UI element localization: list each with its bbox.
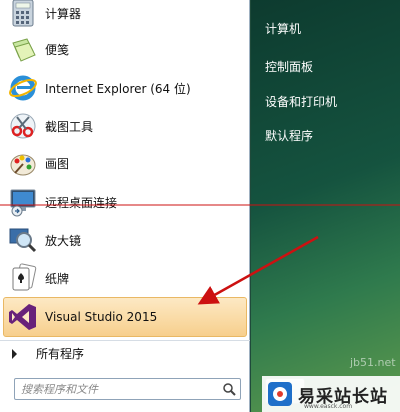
place-label: 控制面板 — [265, 59, 314, 74]
watermark-sub: www.easck.com — [304, 403, 353, 410]
watermark-logo-icon — [268, 382, 292, 406]
program-item-internet-explorer[interactable]: Internet Explorer (64 位) — [3, 70, 247, 106]
program-item-calculator[interactable]: 计算器 — [3, 0, 247, 31]
program-label: Visual Studio 2015 — [45, 310, 158, 324]
program-item-magnifier[interactable]: 放大镜 — [3, 222, 247, 258]
sticky-notes-icon — [7, 33, 39, 65]
search-icon — [222, 382, 236, 399]
arrow-right-icon — [12, 348, 17, 359]
program-label: 便笺 — [45, 42, 70, 57]
place-label: 计算机 — [265, 21, 302, 36]
program-label: 画图 — [45, 156, 70, 171]
program-item-remote-desktop[interactable]: 远程桌面连接 — [3, 184, 247, 220]
place-label: 设备和打印机 — [265, 94, 338, 109]
magnifier-icon — [7, 224, 39, 256]
place-item-default-programs[interactable]: 默认程序 — [265, 125, 313, 145]
program-item-solitaire[interactable]: 纸牌 — [3, 260, 247, 296]
all-programs-button[interactable]: 所有程序 — [0, 340, 250, 366]
places-pane: 计算机 控制面板 设备和打印机 默认程序 — [251, 0, 400, 412]
program-label: 纸牌 — [45, 271, 70, 286]
program-label: 截图工具 — [45, 119, 94, 134]
place-item-computer[interactable]: 计算机 — [265, 18, 301, 38]
internet-explorer-icon — [7, 72, 39, 104]
place-label: 默认程序 — [265, 128, 314, 143]
search-placeholder: 搜索程序和文件 — [21, 383, 98, 396]
program-label: 远程桌面连接 — [45, 195, 118, 210]
program-label: Internet Explorer (64 位) — [45, 81, 191, 96]
watermark-site: jb51.net — [350, 356, 396, 369]
program-label: 放大镜 — [45, 233, 82, 248]
program-item-snipping-tool[interactable]: 截图工具 — [3, 108, 247, 144]
remote-desktop-icon — [7, 186, 39, 218]
all-programs-label: 所有程序 — [36, 347, 85, 361]
place-item-devices-printers[interactable]: 设备和打印机 — [265, 91, 337, 111]
watermark: 易采站长站 www.easck.com — [262, 376, 400, 412]
program-item-sticky-notes[interactable]: 便笺 — [3, 31, 247, 67]
programs-pane: 计算器 便笺 Internet Explorer (64 位) 截图工具 画图 … — [0, 0, 250, 412]
search-input[interactable]: 搜索程序和文件 — [14, 378, 241, 400]
visual-studio-icon — [7, 301, 39, 333]
place-item-control-panel[interactable]: 控制面板 — [265, 56, 313, 76]
snipping-tool-icon — [7, 110, 39, 142]
calculator-icon — [7, 0, 39, 29]
solitaire-icon — [7, 262, 39, 294]
paint-icon — [7, 147, 39, 179]
program-item-paint[interactable]: 画图 — [3, 145, 247, 181]
program-label: 计算器 — [45, 6, 82, 21]
program-item-visual-studio-2015[interactable]: Visual Studio 2015 — [3, 297, 247, 337]
